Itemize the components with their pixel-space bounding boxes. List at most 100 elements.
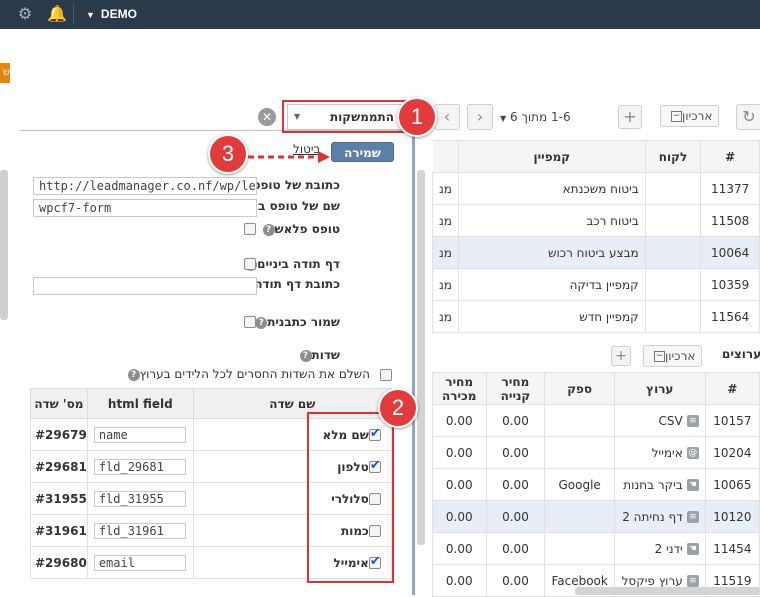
column-header-campaign[interactable]: קמפיין xyxy=(457,140,646,173)
cell-supplier xyxy=(544,404,615,437)
campaigns-table: קמפיין לקוח # מנ ביטוח משכנתא 11377 מנ ביטו… xyxy=(432,140,760,333)
bell-icon[interactable]: 🔔 xyxy=(47,5,67,23)
side-tab-label: ש xyxy=(2,67,10,78)
help-icon[interactable]: ? xyxy=(299,349,312,362)
table-row[interactable]: 0.00 0.00 ≡דף נחיתה 2 10120 xyxy=(432,500,760,533)
complete-missing-label: השלם את השדות החסרים לכל הלידים בערוץ? xyxy=(125,367,370,381)
flash-form-label: טופס פלאש? xyxy=(260,222,340,236)
panel-divider[interactable] xyxy=(412,118,415,595)
table-row[interactable]: מנ מבצע ביטוח רכוש 10064 xyxy=(432,236,760,269)
html-field-input[interactable]: email xyxy=(93,554,186,571)
form-url-input[interactable]: http://leadmanager.co.nf/wp/leadm xyxy=(33,177,257,195)
pagination-select[interactable]: 1-6 מתוך 6 ▼ xyxy=(500,110,571,124)
field-id: #29679 xyxy=(30,418,88,451)
html-field-input[interactable]: fld_29681 xyxy=(93,458,186,475)
column-header-channel[interactable]: ערוץ xyxy=(613,372,706,405)
column-header-id[interactable]: # xyxy=(700,140,760,173)
archive-label: ארכיון xyxy=(665,349,696,363)
divider xyxy=(73,4,74,24)
cell-sell: 0.00 xyxy=(432,500,487,533)
cell-sell: 0.00 xyxy=(432,468,487,501)
table-row[interactable]: 0.00 0.00 ≡CSV 10157 xyxy=(432,404,760,437)
arrow-to-save xyxy=(248,151,330,163)
fields-label: שדות? xyxy=(297,348,340,362)
thanks-url-input[interactable] xyxy=(33,277,257,295)
save-template-label: שמור כתבנית? xyxy=(252,315,340,329)
cell-campaign: מבצע ביטוח רכוש xyxy=(457,236,646,269)
table-row[interactable]: מנ ביטוח רכב 11508 xyxy=(432,204,760,237)
close-icon[interactable]: ✕ xyxy=(258,108,276,126)
horizontal-scrollbar[interactable] xyxy=(575,587,760,595)
cell-supplier xyxy=(544,500,615,533)
vertical-scrollbar[interactable] xyxy=(417,170,425,545)
cell-id: 10204 xyxy=(704,436,760,469)
column-header-html-field: html field xyxy=(86,388,194,419)
next-page-button[interactable]: › xyxy=(467,104,493,130)
gear-icon[interactable]: ⚙ xyxy=(16,5,34,23)
column-header-sell-price[interactable]: מחיר מכירה xyxy=(432,372,487,405)
file-icon: ≡ xyxy=(686,415,699,427)
table-row[interactable]: 0.00 0.00 Google ☚ביקר בחנות 10065 xyxy=(432,468,760,501)
prev-page-button[interactable]: ‹ xyxy=(434,104,460,130)
field-id: #31955 xyxy=(30,482,88,515)
add-channel-button[interactable]: + xyxy=(611,346,631,366)
cell-campaign: ביטוח משכנתא xyxy=(457,172,646,205)
cell-channel: דף נחיתה 2 xyxy=(622,509,683,524)
help-icon[interactable]: ? xyxy=(262,223,275,236)
cell-cut: מנ xyxy=(432,236,459,269)
caret-down-icon: ▼ xyxy=(86,10,95,20)
html-field-input[interactable]: name xyxy=(93,426,186,443)
email-icon: @ xyxy=(686,447,699,459)
save-template-checkbox[interactable] xyxy=(244,316,256,328)
highlight-box-2 xyxy=(307,412,394,583)
save-template-label-text: שמור כתבנית xyxy=(267,315,340,329)
account-menu[interactable]: ▼ DEMO xyxy=(86,7,137,21)
html-form-name-input[interactable]: wpcf7-form xyxy=(33,199,257,217)
hand-icon: ☚ xyxy=(686,543,699,555)
marker-3: 3 xyxy=(208,134,248,174)
cell-sell: 0.00 xyxy=(432,532,487,565)
archive-button[interactable]: − ארכיון xyxy=(660,105,720,127)
cell-channel: ידני 2 xyxy=(654,541,683,556)
thanks-page-label-text: דף תודה ביניים xyxy=(257,257,340,271)
cell-sell: 0.00 xyxy=(432,564,487,597)
marker-1: 1 xyxy=(397,97,437,137)
html-field-input[interactable]: fld_31961 xyxy=(93,522,186,539)
thanks-page-checkbox[interactable] xyxy=(244,258,256,270)
cell-supplier: Google xyxy=(544,468,615,501)
cell-id: 11454 xyxy=(704,532,760,565)
help-icon[interactable]: ? xyxy=(127,368,140,381)
cell-cut: מנ xyxy=(432,172,459,205)
cell-buy: 0.00 xyxy=(485,500,546,533)
flash-form-checkbox[interactable] xyxy=(244,223,256,235)
column-header-buy-price[interactable]: מחיר קנייה xyxy=(485,372,546,405)
column-header-customer[interactable]: לקוח xyxy=(644,140,702,173)
code-icon: ≡ xyxy=(686,575,699,587)
help-icon[interactable]: ? xyxy=(255,316,268,329)
add-button[interactable]: + xyxy=(618,105,642,129)
cell-buy: 0.00 xyxy=(485,468,546,501)
table-row[interactable]: מנ ביטוח משכנתא 11377 xyxy=(432,172,760,205)
refresh-button[interactable]: ↻ xyxy=(736,104,760,130)
column-header-supplier[interactable]: ספק xyxy=(544,372,615,405)
table-row[interactable]: מנ קמפיין בדיקה 10359 xyxy=(432,268,760,301)
column-header-id[interactable]: # xyxy=(704,372,760,405)
html-field-input[interactable]: fld_31955 xyxy=(93,490,186,507)
cell-id: 10359 xyxy=(700,268,760,301)
side-tab[interactable]: ש xyxy=(0,63,10,83)
form-url-label-text: כתובת של טופס xyxy=(252,178,340,192)
outer-scrollbar[interactable] xyxy=(0,170,8,320)
cell-channel: ערוץ פיקסל xyxy=(621,573,683,588)
table-row[interactable]: מנ קמפיין חדש 11564 xyxy=(432,300,760,333)
field-id: #29681 xyxy=(30,450,88,483)
cell-buy: 0.00 xyxy=(485,532,546,565)
channels-archive-button[interactable]: − ארכיון xyxy=(643,345,703,367)
table-row[interactable]: 0.00 0.00 ☚ידני 2 11454 xyxy=(432,532,760,565)
table-row[interactable]: 0.00 0.00 @אימייל 10204 xyxy=(432,436,760,469)
complete-missing-checkbox[interactable] xyxy=(380,369,392,381)
cell-campaign: קמפיין חדש xyxy=(457,300,646,333)
cell-cut: מנ xyxy=(432,204,459,237)
cell-channel: ביקר בחנות xyxy=(623,477,683,492)
save-button[interactable]: שמירה xyxy=(331,142,394,162)
cell-id: 11377 xyxy=(700,172,760,205)
